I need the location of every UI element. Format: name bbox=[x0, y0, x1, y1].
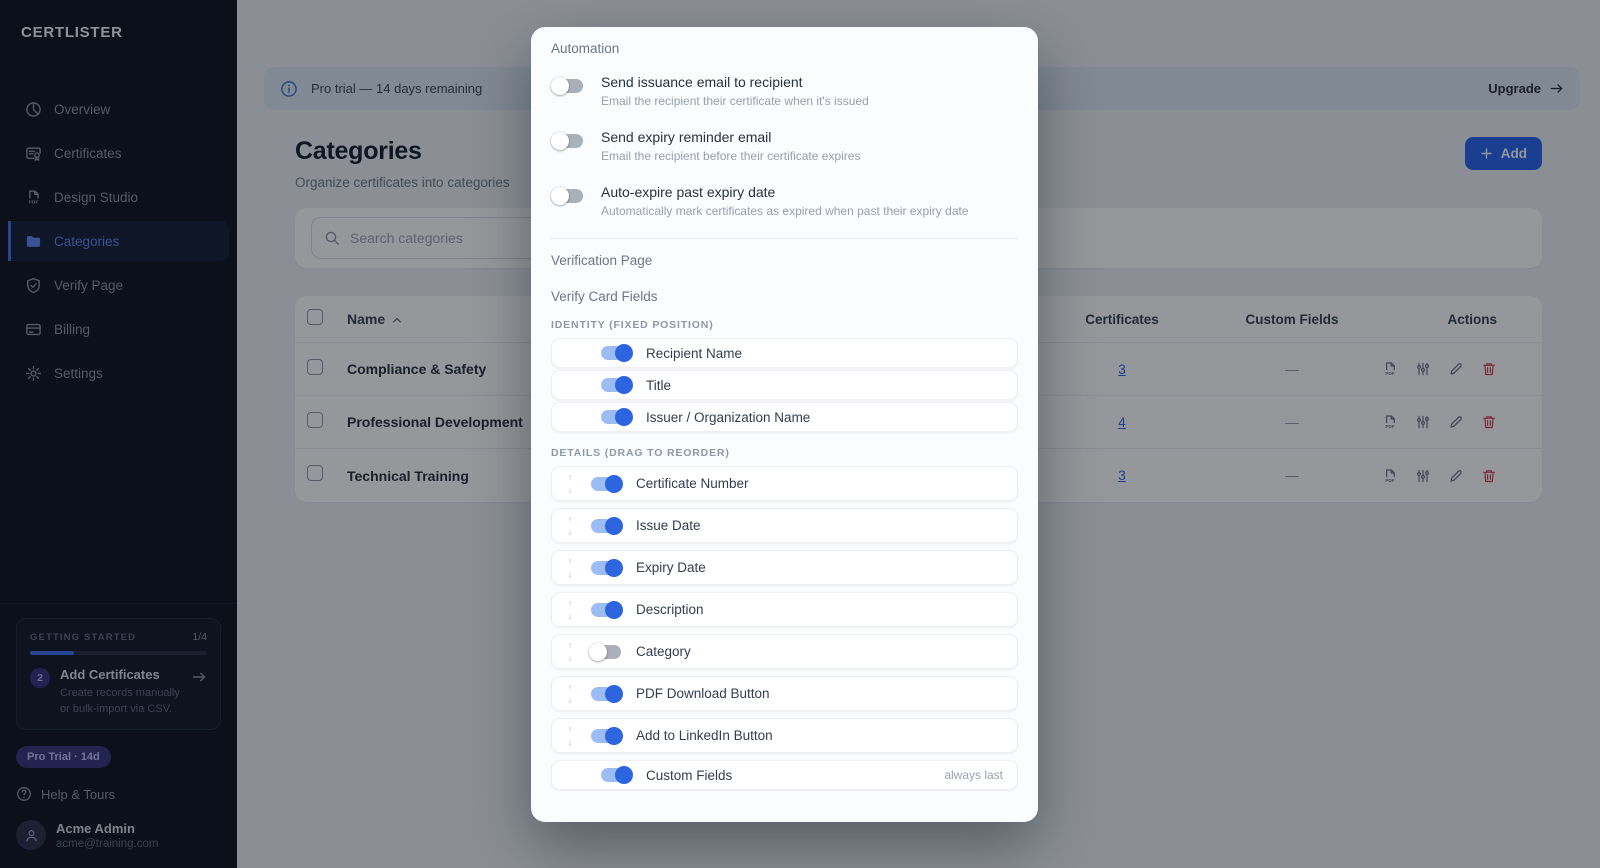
field-label: Custom Fields bbox=[646, 767, 733, 783]
details-field-row: ↑ ↓ Certificate Number bbox=[551, 466, 1018, 501]
identity-field-row: Title bbox=[551, 370, 1018, 400]
details-field-row: ↑ ↓ Category bbox=[551, 634, 1018, 669]
field-label: PDF Download Button bbox=[636, 686, 770, 701]
automation-toggle-row: Auto-expire past expiry date Automatical… bbox=[551, 184, 1018, 221]
move-down-icon[interactable]: ↓ bbox=[564, 527, 576, 537]
field-toggle-switch[interactable] bbox=[599, 408, 633, 426]
toggle-title: Send issuance email to recipient bbox=[601, 74, 803, 90]
reorder-arrows[interactable]: ↑ ↓ bbox=[564, 514, 576, 536]
toggle-description: Email the recipient before their certifi… bbox=[601, 149, 861, 163]
reorder-arrows[interactable]: ↑ ↓ bbox=[564, 682, 576, 704]
field-toggle-switch[interactable] bbox=[589, 558, 623, 577]
field-label: Certificate Number bbox=[636, 476, 749, 491]
details-group-header: DETAILS (DRAG TO REORDER) bbox=[551, 447, 730, 459]
move-up-icon[interactable]: ↑ bbox=[564, 598, 576, 608]
move-down-icon[interactable]: ↓ bbox=[564, 737, 576, 747]
custom-fields-row: Custom Fields always last bbox=[551, 760, 1018, 790]
reorder-arrows[interactable]: ↑ ↓ bbox=[564, 724, 576, 746]
field-label: Title bbox=[646, 377, 672, 393]
field-toggle-switch[interactable] bbox=[599, 766, 633, 784]
automation-toggle-switch[interactable] bbox=[551, 132, 585, 150]
toggle-title: Auto-expire past expiry date bbox=[601, 184, 776, 200]
divider bbox=[551, 238, 1018, 239]
settings-modal: Automation Send issuance email to recipi… bbox=[531, 27, 1038, 822]
field-label: Recipient Name bbox=[646, 345, 743, 361]
app-root: CERTLISTER Overview Certificates PDF Design… bbox=[0, 0, 1600, 868]
move-up-icon[interactable]: ↑ bbox=[564, 640, 576, 650]
details-field-row: ↑ ↓ Add to LinkedIn Button bbox=[551, 718, 1018, 753]
move-up-icon[interactable]: ↑ bbox=[564, 724, 576, 734]
field-label: Description bbox=[636, 602, 704, 617]
reorder-arrows[interactable]: ↑ ↓ bbox=[564, 556, 576, 578]
identity-field-row: Issuer / Organization Name bbox=[551, 402, 1018, 432]
toggle-description: Email the recipient their certificate wh… bbox=[601, 94, 869, 108]
field-label: Expiry Date bbox=[636, 560, 706, 575]
move-up-icon[interactable]: ↑ bbox=[564, 682, 576, 692]
identity-group-header: IDENTITY (FIXED POSITION) bbox=[551, 319, 714, 331]
reorder-arrows[interactable]: ↑ ↓ bbox=[564, 598, 576, 620]
automation-toggle-switch[interactable] bbox=[551, 77, 585, 95]
move-up-icon[interactable]: ↑ bbox=[564, 472, 576, 482]
verify-card-fields-title: Verify Card Fields bbox=[551, 289, 658, 304]
move-down-icon[interactable]: ↓ bbox=[564, 485, 576, 495]
move-up-icon[interactable]: ↑ bbox=[564, 556, 576, 566]
move-down-icon[interactable]: ↓ bbox=[564, 653, 576, 663]
move-up-icon[interactable]: ↑ bbox=[564, 514, 576, 524]
automation-toggle-row: Send issuance email to recipient Email t… bbox=[551, 74, 1018, 111]
field-toggle-switch[interactable] bbox=[589, 684, 623, 703]
details-field-row: ↑ ↓ Description bbox=[551, 592, 1018, 627]
toggle-title: Send expiry reminder email bbox=[601, 129, 772, 145]
identity-field-row: Recipient Name bbox=[551, 338, 1018, 368]
field-label: Issue Date bbox=[636, 518, 701, 533]
reorder-arrows[interactable]: ↑ ↓ bbox=[564, 472, 576, 494]
field-toggle-switch[interactable] bbox=[589, 600, 623, 619]
automation-toggle-row: Send expiry reminder email Email the rec… bbox=[551, 129, 1018, 166]
field-toggle-switch[interactable] bbox=[599, 376, 633, 394]
details-field-row: ↑ ↓ PDF Download Button bbox=[551, 676, 1018, 711]
automation-toggle-switch[interactable] bbox=[551, 187, 585, 205]
details-field-row: ↑ ↓ Expiry Date bbox=[551, 550, 1018, 585]
field-toggle-switch[interactable] bbox=[589, 474, 623, 493]
reorder-arrows[interactable]: ↑ ↓ bbox=[564, 640, 576, 662]
move-down-icon[interactable]: ↓ bbox=[564, 569, 576, 579]
field-toggle-switch[interactable] bbox=[599, 344, 633, 362]
verification-page-title: Verification Page bbox=[551, 253, 653, 268]
move-down-icon[interactable]: ↓ bbox=[564, 611, 576, 621]
field-toggle-switch[interactable] bbox=[589, 726, 623, 745]
automation-section-title: Automation bbox=[551, 41, 620, 56]
details-field-row: ↑ ↓ Issue Date bbox=[551, 508, 1018, 543]
field-toggle-switch[interactable] bbox=[589, 516, 623, 535]
move-down-icon[interactable]: ↓ bbox=[564, 695, 576, 705]
field-label: Category bbox=[636, 644, 691, 659]
field-toggle-switch[interactable] bbox=[589, 642, 623, 661]
always-last-note: always last bbox=[944, 768, 1003, 782]
field-label: Add to LinkedIn Button bbox=[636, 728, 773, 743]
field-label: Issuer / Organization Name bbox=[646, 409, 811, 425]
toggle-description: Automatically mark certificates as expir… bbox=[601, 204, 969, 218]
